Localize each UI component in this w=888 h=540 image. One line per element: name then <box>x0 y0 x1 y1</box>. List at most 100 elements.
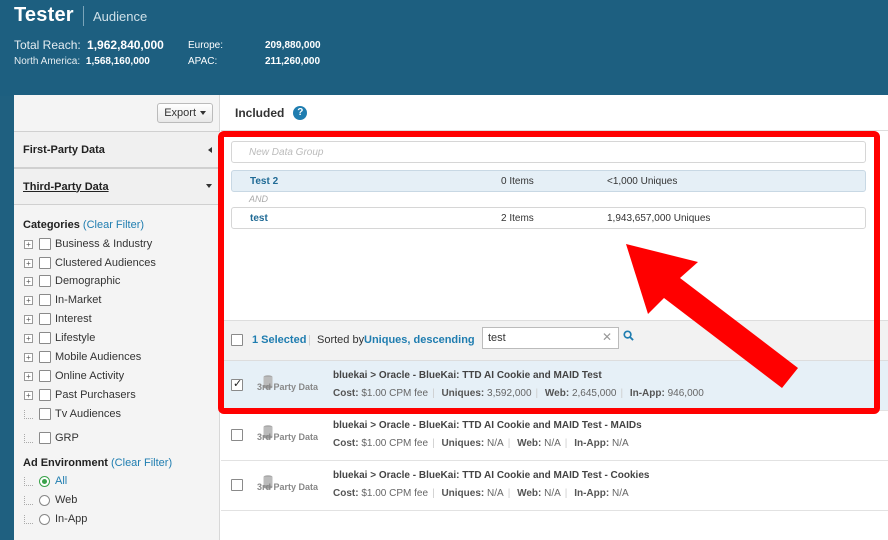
category-label: Past Purchasers <box>55 389 136 401</box>
tree-connector <box>24 514 33 524</box>
category-checkbox[interactable] <box>39 389 51 401</box>
export-label: Export <box>164 107 196 119</box>
category-label: Business & Industry <box>55 238 153 250</box>
expand-icon[interactable]: + <box>24 239 33 249</box>
third-party-data-logo: 3rd Party Data <box>257 473 327 499</box>
app-header: Tester Audience Total Reach: 1,962,840,0… <box>0 0 888 96</box>
expand-icon[interactable]: + <box>24 258 33 268</box>
list-item[interactable]: 3rd Party Data bluekai > Oracle - BlueKa… <box>221 411 888 461</box>
category-item-tv-audiences[interactable]: Tv Audiences <box>24 406 121 422</box>
category-checkbox[interactable] <box>39 332 51 344</box>
row-checkbox[interactable] <box>231 429 243 441</box>
na-label: North America: <box>14 56 81 67</box>
third-party-section[interactable]: Third-Party Data <box>14 168 220 205</box>
radio[interactable] <box>39 494 50 506</box>
category-item-lifestyle[interactable]: + Lifestyle <box>24 330 95 346</box>
segment-title[interactable]: bluekai > Oracle - BlueKai: TTD AI Cooki… <box>333 420 642 431</box>
apac-value: 211,260,000 <box>265 56 321 67</box>
included-header: Included ? <box>221 95 888 131</box>
category-label: Clustered Audiences <box>55 257 156 269</box>
segment-meta: Cost: $1.00 CPM fee | Uniques: N/A | Web: … <box>333 438 629 449</box>
segment-title[interactable]: bluekai > Oracle - BlueKai: TTD AI Cooki… <box>333 470 649 481</box>
category-label: GRP <box>55 432 79 444</box>
segment-meta: Cost: $1.00 CPM fee | Uniques: N/A | Web: … <box>333 488 629 499</box>
third-party-logo-text: 3rd Party Data <box>257 482 319 492</box>
row-checkbox[interactable] <box>231 479 243 491</box>
expand-icon[interactable]: + <box>24 352 33 362</box>
categories-clear-filter-link[interactable]: (Clear Filter) <box>83 219 144 231</box>
third-party-data-logo: 3rd Party Data <box>257 423 327 449</box>
expand-icon[interactable]: + <box>24 295 33 305</box>
app-title: Tester <box>14 4 74 26</box>
category-checkbox[interactable] <box>39 275 51 287</box>
tree-connector <box>24 476 33 486</box>
tree-connector <box>24 409 33 419</box>
ad-env-clear-filter-link[interactable]: (Clear Filter) <box>111 457 172 469</box>
total-reach-value: 1,962,840,000 <box>87 38 164 52</box>
total-reach-label: Total Reach: <box>14 38 81 52</box>
ad-env-option-in-app[interactable]: In-App <box>24 511 87 527</box>
expand-icon[interactable]: + <box>24 276 33 286</box>
category-label: Demographic <box>55 275 121 287</box>
annotation-arrow-icon <box>626 244 798 388</box>
included-label: Included <box>235 105 285 120</box>
category-label: Tv Audiences <box>55 408 122 420</box>
chevron-down-icon <box>206 184 212 188</box>
category-item-past-purchasers[interactable]: + Past Purchasers <box>24 387 136 403</box>
europe-label: Europe: <box>188 40 224 51</box>
title-divider <box>83 6 84 26</box>
category-checkbox[interactable] <box>39 294 51 306</box>
apac-label: APAC: <box>188 56 218 67</box>
expand-icon[interactable]: + <box>24 314 33 324</box>
ad-environment-label: Ad Environment <box>23 457 108 469</box>
third-party-label: Third-Party Data <box>23 180 109 193</box>
category-item-online-activity[interactable]: + Online Activity <box>24 368 124 384</box>
export-button[interactable]: Export <box>157 103 213 123</box>
europe-value: 209,880,000 <box>265 40 321 51</box>
category-label: Interest <box>55 313 92 325</box>
categories-heading: Categories (Clear Filter) <box>23 219 144 231</box>
category-item-demographic[interactable]: + Demographic <box>24 273 120 289</box>
category-item-in-market[interactable]: + In-Market <box>24 292 101 308</box>
app-subtitle: Audience <box>93 9 148 24</box>
category-checkbox[interactable] <box>39 370 51 382</box>
category-checkbox[interactable] <box>39 238 51 250</box>
ad-env-label: All <box>55 475 68 487</box>
category-checkbox[interactable] <box>39 351 51 363</box>
chevron-down-icon <box>200 111 206 115</box>
expand-icon[interactable]: + <box>24 390 33 400</box>
category-checkbox[interactable] <box>39 313 51 325</box>
category-label: In-Market <box>55 294 102 306</box>
radio[interactable] <box>39 513 50 525</box>
first-party-section[interactable]: First-Party Data <box>14 131 220 168</box>
ad-env-option-web[interactable]: Web <box>24 492 77 508</box>
na-reach-row: North America: 1,568,160,000 <box>14 56 150 67</box>
category-item-clustered-audiences[interactable]: + Clustered Audiences <box>24 255 156 271</box>
category-label: Lifestyle <box>55 332 96 344</box>
sidebar: Export First-Party Data Third-Party Data… <box>14 95 220 540</box>
ad-env-option-all[interactable]: All <box>24 473 67 489</box>
category-checkbox[interactable] <box>39 408 51 420</box>
category-checkbox[interactable] <box>39 432 51 444</box>
category-label: Online Activity <box>55 370 125 382</box>
category-label: Mobile Audiences <box>55 351 142 363</box>
category-item-business-industry[interactable]: + Business & Industry <box>24 236 152 252</box>
radio-selected[interactable] <box>39 475 50 487</box>
tree-connector <box>24 495 33 505</box>
total-reach-row: Total Reach: 1,962,840,000 <box>14 38 164 52</box>
ad-env-label: In-App <box>55 513 88 525</box>
category-item-interest[interactable]: + Interest <box>24 311 92 327</box>
list-item[interactable]: 3rd Party Data bluekai > Oracle - BlueKa… <box>221 461 888 511</box>
ad-environment-heading: Ad Environment (Clear Filter) <box>23 457 172 469</box>
first-party-label: First-Party Data <box>23 143 105 156</box>
expand-icon[interactable]: + <box>24 371 33 381</box>
expand-icon[interactable]: + <box>24 333 33 343</box>
help-icon[interactable]: ? <box>293 105 308 120</box>
category-item-mobile-audiences[interactable]: + Mobile Audiences <box>24 349 141 365</box>
category-item-grp[interactable]: GRP <box>24 430 79 446</box>
ad-env-label: Web <box>55 494 78 506</box>
categories-label: Categories <box>23 219 80 231</box>
category-checkbox[interactable] <box>39 257 51 269</box>
chevron-left-icon <box>208 147 212 153</box>
third-party-logo-text: 3rd Party Data <box>257 432 319 442</box>
